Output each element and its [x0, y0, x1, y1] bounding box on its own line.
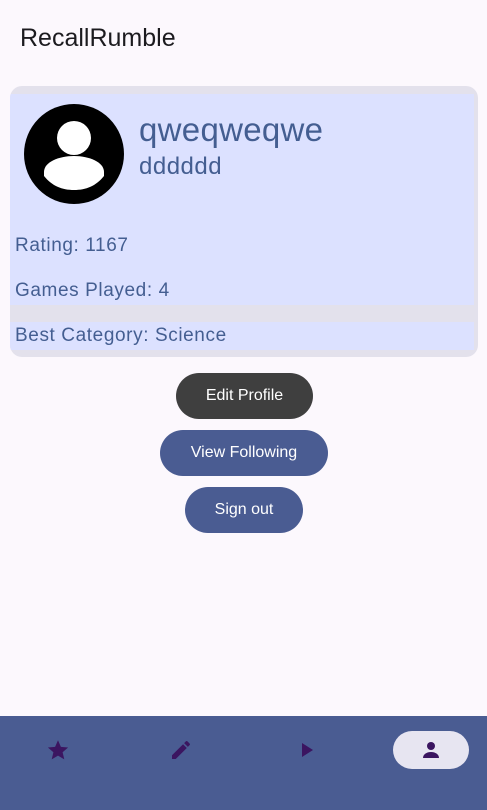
- nav-item-profile[interactable]: [393, 731, 469, 769]
- play-icon: [302, 743, 313, 757]
- bottom-navigation: [0, 716, 487, 810]
- pencil-icon: [172, 740, 190, 759]
- best-category-stat: Best Category: Science: [10, 322, 474, 350]
- nav-item-create[interactable]: [143, 731, 219, 769]
- person-icon: [423, 742, 439, 758]
- profile-card: qweqweqwe dddddd Rating: 1167 Games Play…: [10, 86, 478, 357]
- nav-item-play[interactable]: [269, 731, 345, 769]
- profile-username: qweqweqwe: [139, 111, 324, 148]
- profile-handle: dddddd: [139, 153, 223, 180]
- rating-stat: Rating: 1167: [10, 232, 474, 260]
- account-avatar-icon: [24, 104, 124, 204]
- app-title: RecallRumble: [20, 24, 176, 52]
- nav-item-leaderboard[interactable]: [20, 731, 96, 769]
- view-following-button[interactable]: View Following: [160, 430, 328, 476]
- edit-profile-button[interactable]: Edit Profile: [176, 373, 313, 419]
- sign-out-button[interactable]: Sign out: [185, 487, 303, 533]
- profile-header: qweqweqwe dddddd: [10, 94, 474, 298]
- games-played-stat: Games Played: 4: [10, 277, 474, 305]
- star-icon: [47, 740, 69, 760]
